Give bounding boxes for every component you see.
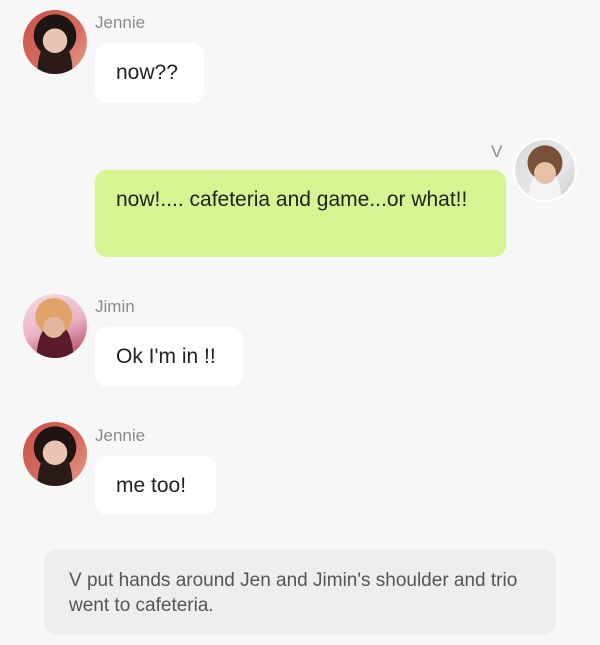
chat-thread: Jennie now?? V now!.... cafeteria and ga… bbox=[0, 0, 600, 645]
sender-name: Jimin bbox=[95, 297, 135, 316]
message-bubble[interactable]: now?? bbox=[95, 43, 204, 103]
v-avatar[interactable] bbox=[513, 138, 577, 202]
sender-name: V bbox=[491, 142, 503, 161]
message-bubble[interactable]: Ok I'm in !! bbox=[95, 327, 243, 387]
narration-box: V put hands around Jen and Jimin's shoul… bbox=[44, 550, 556, 634]
message-bubble[interactable]: me too! bbox=[95, 456, 216, 515]
jennie-avatar[interactable] bbox=[23, 422, 87, 486]
sender-name: Jennie bbox=[95, 426, 146, 445]
jennie-avatar[interactable] bbox=[23, 10, 87, 74]
jimin-avatar[interactable] bbox=[23, 294, 87, 358]
message-bubble[interactable]: now!.... cafeteria and game...or what!! bbox=[95, 170, 506, 257]
sender-name: Jennie bbox=[95, 13, 146, 32]
